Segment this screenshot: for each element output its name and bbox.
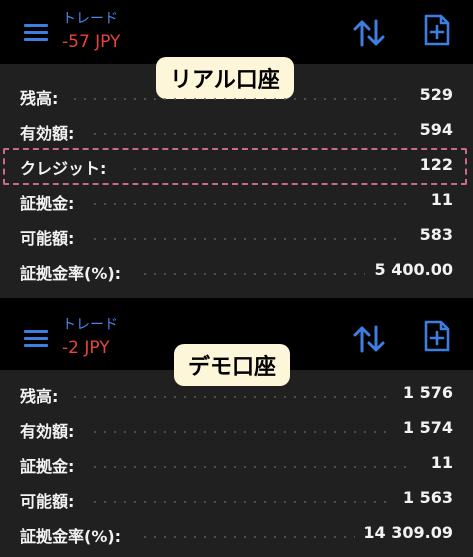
hamburger-menu-icon[interactable] [24,330,48,348]
dotted-leader [140,273,365,275]
equity-row: 有効額: 1 574 [0,415,473,445]
margin-row: 証拠金: 11 [0,187,473,217]
dotted-leader [90,501,390,503]
row-label: 有効額: [20,124,75,143]
new-document-icon[interactable] [424,320,450,352]
row-label: 証拠金率(%): [20,527,122,546]
credit-highlight-box [3,148,467,185]
row-label: 残高: [20,387,59,406]
sort-arrows-icon[interactable] [352,324,386,354]
row-value: 529 [419,85,453,104]
row-label: 証拠金: [20,457,75,476]
sort-arrows-icon[interactable] [352,18,386,48]
row-value: 594 [419,120,453,139]
free-margin-row: 可能額: 1 563 [0,485,473,515]
dotted-leader [90,431,390,433]
row-value: 14 309.09 [363,523,453,542]
header-title: トレード [62,317,118,333]
row-value: 1 574 [402,418,453,437]
hamburger-menu-icon[interactable] [24,24,48,42]
header-title: トレード [62,11,118,27]
dotted-leader [140,536,355,538]
balance-row: 残高: 529 [0,82,473,112]
trade-header: トレード -57 JPY [0,0,473,64]
dotted-leader [70,98,400,100]
row-value: 5 400.00 [374,260,453,279]
real-account-panel: トレード -57 JPY リアル口座 残高: 529 有効額: 594 クレジッ… [0,0,473,298]
row-label: 可能額: [20,492,75,511]
free-margin-row: 可能額: 583 [0,222,473,252]
new-document-icon[interactable] [424,14,450,46]
row-label: 証拠金率(%): [20,264,122,283]
header-profit-loss: -2 JPY [62,338,110,358]
row-label: 証拠金: [20,194,75,213]
dotted-leader [90,203,410,205]
margin-row: 証拠金: 11 [0,450,473,480]
margin-level-row: 証拠金率(%): 5 400.00 [0,257,473,287]
dotted-leader [90,238,400,240]
dotted-leader [90,466,410,468]
row-value: 1 563 [402,488,453,507]
demo-account-badge: デモ口座 [174,344,291,386]
row-label: 残高: [20,89,59,108]
header-profit-loss: -57 JPY [62,32,121,52]
equity-row: 有効額: 594 [0,117,473,147]
margin-level-row: 証拠金率(%): 14 309.09 [0,520,473,550]
row-value: 583 [419,225,453,244]
row-value: 11 [430,190,453,209]
dotted-leader [90,133,400,135]
dotted-leader [70,396,390,398]
row-label: 有効額: [20,422,75,441]
row-label: 可能額: [20,229,75,248]
row-value: 11 [430,453,453,472]
row-value: 1 576 [402,383,453,402]
